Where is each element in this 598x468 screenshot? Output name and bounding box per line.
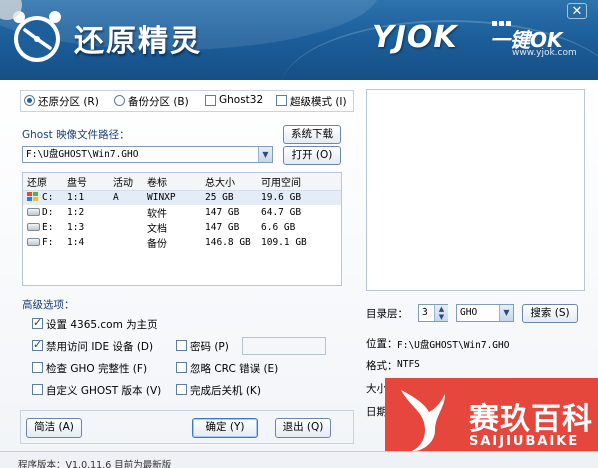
free-space: 6.6 GB — [261, 221, 296, 233]
preview-panel — [366, 89, 585, 291]
windows-drive-icon — [27, 192, 40, 203]
col-free[interactable]: 可用空间 — [257, 173, 341, 191]
exit-button[interactable]: 退出 (Q) — [275, 418, 331, 438]
spinner-arrows-icon[interactable]: ▲ ▼ — [434, 305, 448, 321]
disk-number: 1:2 — [67, 206, 85, 218]
total-size: 147 GB — [205, 206, 240, 218]
disk-number: 1:1 — [63, 190, 109, 205]
ignore-crc-label[interactable]: 忽略 CRC 错误 (E) — [190, 361, 278, 376]
total-size: 25 GB — [201, 190, 257, 205]
app-title: 还原精灵 — [74, 24, 202, 59]
brand-logo: YJOK 一键OK www.yjok.com — [372, 16, 587, 70]
homepage-label[interactable]: 设置 4365.com 为主页 — [46, 317, 158, 332]
hard-drive-icon — [27, 238, 40, 246]
image-path-dropdown-icon[interactable]: ▼ — [258, 147, 272, 162]
table-row[interactable]: E: 1:3 文档 147 GB 6.6 GB — [23, 220, 341, 235]
active-flag — [109, 235, 143, 250]
ok-button[interactable]: 确定 (Y) — [192, 418, 258, 438]
volume-label: WINXP — [143, 190, 201, 205]
custom-ghost-label[interactable]: 自定义 GHOST 版本 (V) — [46, 383, 161, 398]
watermark-subtitle: SAIJIUBAIKE — [469, 434, 580, 449]
shutdown-label[interactable]: 完成后关机 (K) — [190, 383, 261, 398]
system-download-button[interactable]: 系统下载 — [283, 125, 341, 144]
active-flag: A — [109, 190, 143, 205]
status-bar: 程序版本：V1.0.11.6 目前为最新版 — [0, 451, 598, 468]
search-button[interactable]: 搜索 (S) — [522, 304, 578, 323]
col-active[interactable]: 活动 — [109, 173, 143, 191]
check-gho-label[interactable]: 检查 GHO 完整性 (F) — [46, 361, 147, 376]
col-restore[interactable]: 还原 — [23, 173, 63, 191]
extension-dropdown-icon[interactable]: ▼ — [499, 305, 513, 321]
free-space: 19.6 GB — [257, 190, 341, 205]
close-button[interactable]: ✕ — [567, 3, 587, 19]
location-label: 位置： — [366, 338, 398, 350]
free-space: 109.1 GB — [261, 236, 307, 248]
homepage-checkbox[interactable] — [32, 316, 43, 329]
hard-drive-icon — [27, 208, 40, 216]
brand-url: www.yjok.com — [512, 48, 577, 58]
clock-logo-icon — [13, 11, 61, 62]
ghost32-label[interactable]: Ghost32 — [219, 94, 263, 106]
super-mode-checkbox[interactable] — [276, 95, 287, 106]
date-label: 日期 — [366, 406, 387, 418]
image-path-label: Ghost 映像文件路径： — [22, 129, 130, 141]
active-flag — [109, 205, 143, 220]
drive-letter: F: — [42, 236, 54, 248]
whale-tail-logo-icon — [401, 390, 445, 452]
table-row[interactable]: F: 1:4 备份 146.8 GB 109.1 GB — [23, 235, 341, 250]
restore-radio[interactable] — [24, 95, 35, 106]
image-path-value: F:\U盘GHOST\Win7.GHO — [26, 149, 139, 160]
check-gho-checkbox[interactable] — [32, 362, 43, 373]
disk-number: 1:3 — [67, 221, 85, 233]
free-space: 64.7 GB — [261, 206, 302, 218]
advanced-options-title: 高级选项： — [22, 299, 75, 311]
format-value: NTFS — [397, 359, 420, 370]
table-row[interactable]: C: 1:1 A WINXP 25 GB 19.6 GB — [23, 190, 341, 205]
location-value: F:\U盘GHOST\Win7.GHO — [397, 340, 510, 351]
super-mode-label[interactable]: 超级模式 (I) — [290, 94, 347, 109]
password-input[interactable] — [242, 337, 326, 355]
active-flag — [109, 220, 143, 235]
total-size: 147 GB — [205, 221, 240, 233]
disable-ide-checkbox[interactable] — [32, 338, 43, 351]
open-button[interactable]: 打开 (O) — [283, 146, 341, 165]
dir-level-label: 目录层： — [366, 308, 408, 320]
partition-table-header: 还原 盘号 活动 卷标 总大小 可用空间 — [23, 173, 341, 191]
ghost32-checkbox[interactable] — [205, 95, 216, 106]
dir-level-value: 3 — [422, 307, 428, 318]
extension-value: GHO — [460, 307, 478, 318]
restore-radio-label[interactable]: 还原分区 (R) — [38, 94, 99, 109]
disk-number: 1:4 — [67, 236, 85, 248]
col-disk[interactable]: 盘号 — [63, 173, 109, 191]
drive-letter: C: — [42, 192, 54, 203]
image-path-combobox[interactable]: F:\U盘GHOST\Win7.GHO — [22, 146, 273, 163]
backup-radio[interactable] — [114, 95, 125, 106]
disable-ide-label[interactable]: 禁用访问 IDE 设备 (D) — [46, 339, 153, 354]
backup-radio-label[interactable]: 备份分区 (B) — [128, 94, 189, 109]
simple-button[interactable]: 简洁 (A) — [26, 418, 82, 438]
volume-label: 文档 — [147, 223, 167, 235]
password-checkbox[interactable] — [176, 340, 187, 351]
password-label[interactable]: 密码 (P) — [190, 339, 229, 354]
volume-label: 软件 — [147, 208, 167, 220]
table-row[interactable]: D: 1:2 软件 147 GB 64.7 GB — [23, 205, 341, 220]
ignore-crc-checkbox[interactable] — [176, 362, 187, 373]
shutdown-checkbox[interactable] — [176, 384, 187, 395]
volume-label: 备份 — [147, 238, 167, 250]
partition-table: 还原 盘号 活动 卷标 总大小 可用空间 C: 1:1 A WINXP 25 G… — [23, 173, 341, 250]
drive-letter: D: — [42, 206, 54, 218]
app-window: 还原精灵 YJOK 一键OK www.yjok.com ✕ 还原分区 (R) 备… — [0, 0, 598, 468]
title-bar: 还原精灵 YJOK 一键OK www.yjok.com ✕ — [0, 0, 598, 80]
drive-letter: E: — [42, 221, 54, 233]
status-text: 程序版本：V1.0.11.6 目前为最新版 — [18, 460, 172, 468]
hard-drive-icon — [27, 223, 40, 231]
col-label[interactable]: 卷标 — [143, 173, 201, 191]
format-label: 格式： — [366, 360, 398, 372]
brand-name: YJOK — [372, 20, 458, 55]
custom-ghost-checkbox[interactable] — [32, 384, 43, 395]
size-label: 大小 — [366, 383, 387, 395]
watermark-title: 赛玖百科 — [469, 402, 593, 437]
total-size: 146.8 GB — [205, 236, 251, 248]
col-total[interactable]: 总大小 — [201, 173, 257, 191]
